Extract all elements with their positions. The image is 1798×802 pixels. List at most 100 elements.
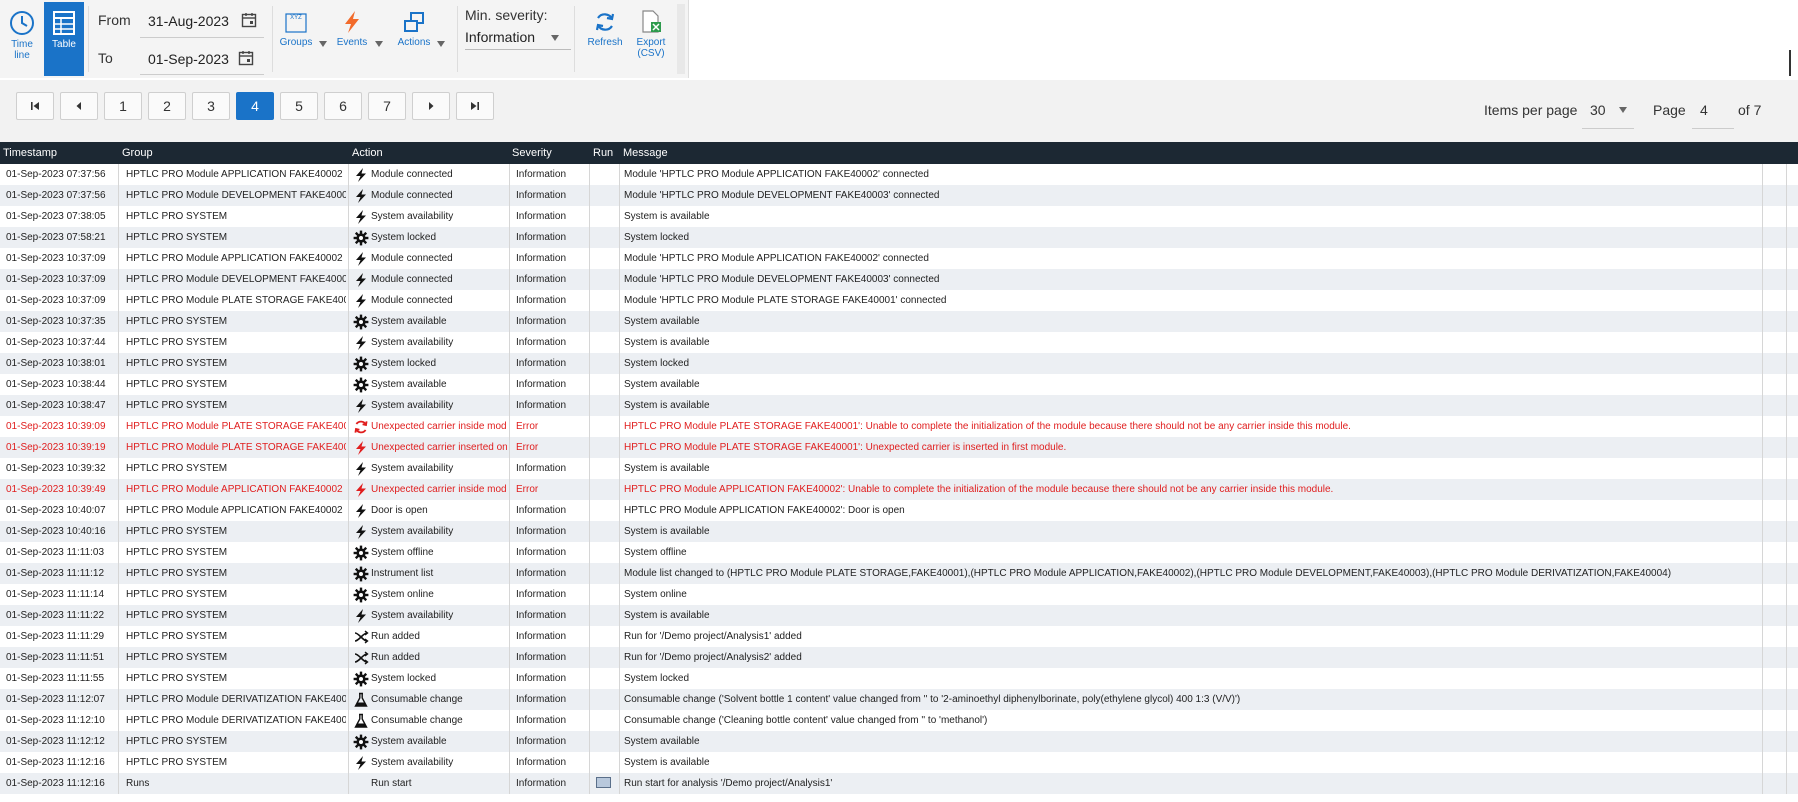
lightning-icon bbox=[353, 272, 369, 288]
table-row[interactable]: 01-Sep-2023 11:11:12 HPTLC PRO SYSTEM Inst… bbox=[0, 563, 1798, 584]
group-cell: HPTLC PRO SYSTEM bbox=[126, 610, 228, 621]
first-page-button[interactable] bbox=[16, 92, 54, 120]
timeline-view-button[interactable]: Time line bbox=[2, 2, 42, 76]
toolbar-scrollbar[interactable] bbox=[677, 4, 685, 74]
from-date-input[interactable]: 31-Aug-2023 bbox=[148, 13, 229, 29]
column-header-severity[interactable]: Severity bbox=[512, 147, 552, 159]
column-header-run[interactable]: Run bbox=[593, 147, 613, 159]
last-page-icon bbox=[471, 102, 479, 110]
table-row[interactable]: 01-Sep-2023 11:12:10 HPTLC PRO Module DER… bbox=[0, 710, 1798, 731]
table-row[interactable]: 01-Sep-2023 10:37:09 HPTLC PRO Module DEV… bbox=[0, 269, 1798, 290]
page-button[interactable]: 2 bbox=[148, 92, 186, 120]
divider bbox=[1582, 128, 1634, 129]
clock-icon bbox=[10, 11, 34, 35]
table-row[interactable]: 01-Sep-2023 11:12:16 HPTLC PRO SYSTEM Syst… bbox=[0, 752, 1798, 773]
table-row[interactable]: 01-Sep-2023 11:12:07 HPTLC PRO Module DER… bbox=[0, 689, 1798, 710]
timestamp-cell: 01-Sep-2023 11:12:07 bbox=[6, 694, 105, 705]
table-row[interactable]: 01-Sep-2023 10:38:44 HPTLC PRO SYSTEM Syst… bbox=[0, 374, 1798, 395]
column-header-group[interactable]: Group bbox=[122, 147, 153, 159]
table-row[interactable]: 01-Sep-2023 11:11:55 HPTLC PRO SYSTEM Syst… bbox=[0, 668, 1798, 689]
events-button[interactable]: Events bbox=[334, 2, 370, 76]
table-row[interactable]: 01-Sep-2023 10:37:09 HPTLC PRO Module PLA… bbox=[0, 290, 1798, 311]
column-header-timestamp[interactable]: Timestamp bbox=[3, 147, 57, 159]
table-row[interactable]: 01-Sep-2023 11:11:51 HPTLC PRO SYSTEM Run … bbox=[0, 647, 1798, 668]
chevron-down-icon[interactable] bbox=[1619, 107, 1627, 113]
table-row[interactable]: 01-Sep-2023 11:12:12 HPTLC PRO SYSTEM Syst… bbox=[0, 731, 1798, 752]
table-row[interactable]: 01-Sep-2023 11:11:22 HPTLC PRO SYSTEM Syst… bbox=[0, 605, 1798, 626]
table-row[interactable]: 01-Sep-2023 11:12:16 Runs Run start Informa… bbox=[0, 773, 1798, 794]
chevron-down-icon[interactable] bbox=[437, 41, 445, 47]
table-view-button[interactable]: Table bbox=[44, 2, 84, 76]
table-row[interactable]: 01-Sep-2023 10:39:49 HPTLC PRO Module APP… bbox=[0, 479, 1798, 500]
last-page-button[interactable] bbox=[456, 92, 494, 120]
chevron-down-icon[interactable] bbox=[319, 41, 327, 47]
table-row[interactable]: 01-Sep-2023 07:58:21 HPTLC PRO SYSTEM Syst… bbox=[0, 227, 1798, 248]
action-cell: Unexpected carrier inside module bbox=[371, 421, 507, 432]
calendar-icon[interactable] bbox=[241, 12, 257, 28]
from-label: From bbox=[98, 12, 131, 28]
message-cell: HPTLC PRO Module PLATE STORAGE FAKE40001… bbox=[624, 421, 1351, 432]
page-button[interactable]: 6 bbox=[324, 92, 362, 120]
message-cell: Module 'HPTLC PRO Module APPLICATION FAK… bbox=[624, 253, 929, 264]
table-row[interactable]: 01-Sep-2023 10:39:09 HPTLC PRO Module PLA… bbox=[0, 416, 1798, 437]
table-row[interactable]: 01-Sep-2023 10:40:07 HPTLC PRO Module APP… bbox=[0, 500, 1798, 521]
table-row[interactable]: 01-Sep-2023 07:37:56 HPTLC PRO Module APP… bbox=[0, 164, 1798, 185]
table-row[interactable]: 01-Sep-2023 10:38:47 HPTLC PRO SYSTEM Syst… bbox=[0, 395, 1798, 416]
items-per-page-select[interactable]: 30 bbox=[1590, 102, 1606, 118]
table-row[interactable]: 01-Sep-2023 10:39:19 HPTLC PRO Module PLA… bbox=[0, 437, 1798, 458]
page-button-current[interactable]: 4 bbox=[236, 92, 274, 120]
action-cell: System available bbox=[371, 736, 447, 747]
column-divider bbox=[509, 164, 510, 794]
table-row[interactable]: 01-Sep-2023 10:39:32 HPTLC PRO SYSTEM Syst… bbox=[0, 458, 1798, 479]
table-row[interactable]: 01-Sep-2023 07:38:05 HPTLC PRO SYSTEM Syst… bbox=[0, 206, 1798, 227]
action-cell: System availability bbox=[371, 463, 454, 474]
run-icon[interactable] bbox=[596, 777, 611, 788]
table-body: 01-Sep-2023 07:37:56 HPTLC PRO Module APP… bbox=[0, 164, 1798, 794]
group-cell: HPTLC PRO SYSTEM bbox=[126, 232, 228, 243]
message-cell: System available bbox=[624, 736, 700, 747]
column-header-action[interactable]: Action bbox=[352, 147, 383, 159]
refresh-button[interactable]: Refresh bbox=[585, 2, 625, 76]
column-header-message[interactable]: Message bbox=[623, 147, 668, 159]
severity-cell: Information bbox=[516, 757, 567, 768]
page-button[interactable]: 1 bbox=[104, 92, 142, 120]
export-csv-button[interactable]: Export (CSV) bbox=[630, 2, 672, 76]
severity-cell: Information bbox=[516, 610, 567, 621]
action-cell: Door is open bbox=[371, 505, 428, 516]
table-row[interactable]: 01-Sep-2023 10:37:09 HPTLC PRO Module APP… bbox=[0, 248, 1798, 269]
group-cell: HPTLC PRO SYSTEM bbox=[126, 211, 228, 222]
groups-button[interactable]: XYZ Groups bbox=[278, 2, 314, 76]
table-row[interactable]: 01-Sep-2023 10:40:16 HPTLC PRO SYSTEM Syst… bbox=[0, 521, 1798, 542]
actions-button[interactable]: Actions bbox=[393, 2, 435, 76]
message-cell: Run for '/Demo project/Analysis2' added bbox=[624, 652, 802, 663]
previous-page-button[interactable] bbox=[60, 92, 98, 120]
lightning-icon bbox=[353, 188, 369, 204]
timestamp-cell: 01-Sep-2023 10:37:35 bbox=[6, 316, 106, 327]
page-button[interactable]: 7 bbox=[368, 92, 406, 120]
table-row[interactable]: 01-Sep-2023 07:37:56 HPTLC PRO Module DEV… bbox=[0, 185, 1798, 206]
page-button[interactable]: 3 bbox=[192, 92, 230, 120]
table-row[interactable]: 01-Sep-2023 11:11:29 HPTLC PRO SYSTEM Run … bbox=[0, 626, 1798, 647]
calendar-icon[interactable] bbox=[238, 50, 254, 66]
message-cell: System available bbox=[624, 316, 700, 327]
lightning-icon bbox=[353, 461, 369, 477]
to-date-input[interactable]: 01-Sep-2023 bbox=[148, 51, 229, 67]
table-row[interactable]: 01-Sep-2023 10:38:01 HPTLC PRO SYSTEM Syst… bbox=[0, 353, 1798, 374]
divider bbox=[88, 6, 89, 72]
pager: 1 2 3 4 5 6 7 Items per page 30 Page 4 o… bbox=[0, 80, 1798, 142]
page-number-input[interactable]: 4 bbox=[1700, 102, 1708, 118]
severity-cell: Information bbox=[516, 232, 567, 243]
table-row[interactable]: 01-Sep-2023 11:11:03 HPTLC PRO SYSTEM Syst… bbox=[0, 542, 1798, 563]
group-cell: HPTLC PRO SYSTEM bbox=[126, 463, 228, 474]
action-cell: System availability bbox=[371, 337, 454, 348]
table-row[interactable]: 01-Sep-2023 10:37:44 HPTLC PRO SYSTEM Syst… bbox=[0, 332, 1798, 353]
next-page-button[interactable] bbox=[412, 92, 450, 120]
table-row[interactable]: 01-Sep-2023 10:37:35 HPTLC PRO SYSTEM Syst… bbox=[0, 311, 1798, 332]
lightning-icon bbox=[353, 293, 369, 309]
table-row[interactable]: 01-Sep-2023 11:11:14 HPTLC PRO SYSTEM Syst… bbox=[0, 584, 1798, 605]
chevron-down-icon[interactable] bbox=[551, 35, 559, 41]
divider bbox=[140, 74, 264, 75]
page-button[interactable]: 5 bbox=[280, 92, 318, 120]
message-cell: Module 'HPTLC PRO Module APPLICATION FAK… bbox=[624, 169, 929, 180]
chevron-down-icon[interactable] bbox=[375, 41, 383, 47]
